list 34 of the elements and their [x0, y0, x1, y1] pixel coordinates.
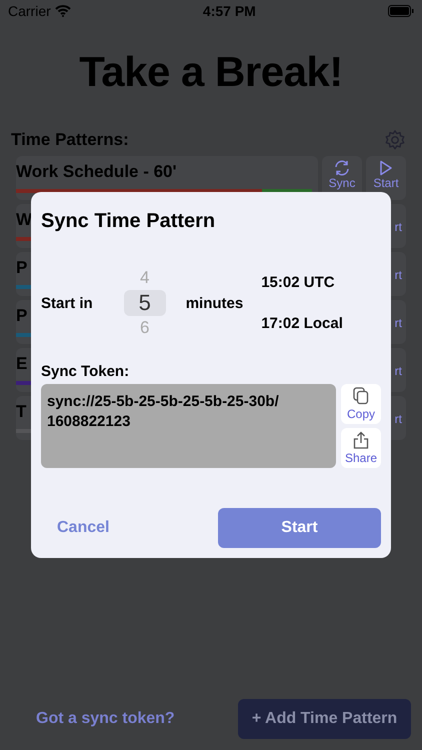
play-icon — [379, 160, 393, 176]
local-time: 17:02 Local — [261, 315, 343, 332]
section-header: Time Patterns: — [11, 130, 129, 150]
token-label: Sync Token: — [41, 363, 130, 380]
share-button[interactable]: Share — [341, 428, 381, 468]
add-pattern-button[interactable]: + Add Time Pattern — [238, 699, 411, 739]
utc-time: 15:02 UTC — [261, 274, 336, 291]
pattern-name: P — [16, 306, 28, 326]
copy-icon — [353, 387, 369, 405]
battery-icon — [388, 5, 414, 17]
app-title: Take a Break! — [78, 48, 344, 96]
token-field[interactable]: sync://25-5b-25-5b-25-5b-25-30b/ 1608822123 — [41, 384, 336, 468]
start-in-label: Start in — [41, 294, 93, 312]
copy-button[interactable]: Copy — [341, 384, 381, 424]
minute-option[interactable]: 5 — [124, 290, 166, 316]
dialog-title: Sync Time Pattern — [41, 210, 216, 233]
minute-option[interactable]: 4 — [124, 266, 166, 290]
unit-label: minutes — [186, 294, 244, 312]
pattern-name: W — [16, 210, 32, 230]
sync-icon — [333, 160, 351, 176]
pattern-name: T — [16, 402, 26, 422]
clock-label: 4:57 PM — [202, 3, 256, 19]
pattern-name: P — [16, 258, 28, 278]
pattern-name: E — [16, 354, 28, 374]
share-icon — [353, 431, 369, 449]
sync-token-link[interactable]: Got a sync token? — [36, 710, 175, 728]
start-button[interactable]: Start — [218, 508, 381, 548]
pattern-name: Work Schedule - 60' — [16, 162, 177, 182]
settings-icon[interactable] — [384, 129, 406, 151]
start-button[interactable]: Start — [366, 156, 406, 200]
minute-option[interactable]: 6 — [124, 316, 166, 340]
wifi-icon — [54, 5, 71, 17]
carrier-label: Carrier — [8, 3, 51, 19]
cancel-button[interactable]: Cancel — [57, 519, 110, 537]
